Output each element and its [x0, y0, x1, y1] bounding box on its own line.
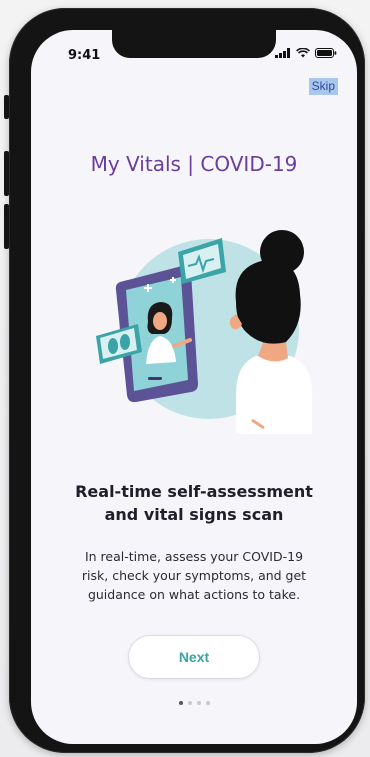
- stage: 9:41 Skip My Vitals | COVID-19 Real-time…: [0, 0, 370, 757]
- wifi-icon: [296, 48, 310, 58]
- phone-frame: 9:41 Skip My Vitals | COVID-19 Real-time…: [4, 8, 365, 753]
- phone-volume-down: [4, 204, 9, 249]
- signal-icon: [275, 48, 290, 58]
- woman-vitals-scan-illustration: [96, 230, 313, 434]
- app-screen: 9:41 Skip My Vitals | COVID-19 Real-time…: [31, 30, 357, 744]
- notch: [112, 30, 276, 58]
- pagination-dot[interactable]: [187, 701, 192, 705]
- description-line: guidance on what actions to take.: [87, 587, 301, 602]
- status-time: 9:41: [68, 48, 101, 63]
- feature-heading: Real-time self-assessment and vital sign…: [61, 480, 327, 526]
- pagination-dot-active[interactable]: [178, 701, 183, 705]
- feature-description: In real-time, assess your COVID-19 risk,…: [65, 547, 323, 604]
- description-line: In real-time, assess your COVID-19: [84, 549, 304, 564]
- feature-heading-line1: Real-time self-assessment: [75, 482, 313, 501]
- pagination-dots: [31, 701, 357, 705]
- phone-volume-up: [4, 151, 9, 196]
- description-line: risk, check your symptoms, and get: [81, 568, 307, 583]
- feature-heading-line2: and vital signs scan: [104, 505, 284, 524]
- next-button[interactable]: Next: [128, 635, 260, 679]
- pagination-dot[interactable]: [205, 701, 210, 705]
- page-title: My Vitals | COVID-19: [90, 152, 298, 176]
- status-icons: [275, 48, 337, 58]
- battery-icon: [315, 48, 337, 58]
- pagination-dot[interactable]: [196, 701, 201, 705]
- phone-side-button: [4, 95, 9, 119]
- skip-button[interactable]: Skip: [308, 78, 338, 95]
